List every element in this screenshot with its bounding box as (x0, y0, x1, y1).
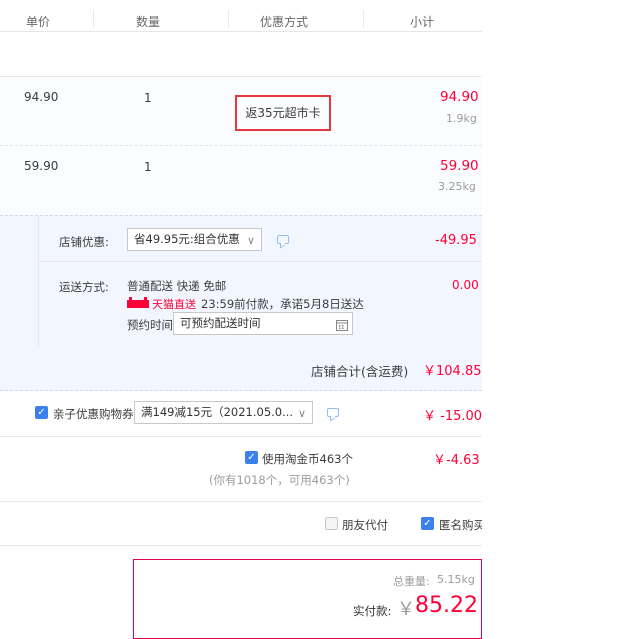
reserve-time-input[interactable]: 可预约配送时间 (173, 312, 353, 335)
col-subtotal-header: 小计 (410, 15, 435, 29)
header-divider (93, 10, 94, 28)
reserve-time-placeholder: 可预约配送时间 (180, 316, 261, 330)
shop-discount-select[interactable]: 省49.95元:组合优惠 ∨ (127, 228, 262, 251)
shop-total-amount: ￥104.85 (423, 364, 482, 379)
item-weight: 1.9kg (446, 112, 477, 125)
item-quantity: 1 (144, 91, 152, 105)
total-weight-label: 总重量: (393, 575, 430, 588)
header-divider (228, 10, 229, 28)
pay-amount: 85.22 (415, 593, 478, 618)
currency-symbol: ￥ (397, 599, 415, 620)
divider (0, 436, 482, 437)
item-quantity: 1 (144, 160, 152, 174)
order-item-row (0, 146, 482, 215)
friend-pay-label: 朋友代付 (342, 518, 388, 532)
shipping-method: 普通配送 快递 免邮 (127, 279, 227, 293)
divider (0, 545, 482, 546)
divider (0, 501, 482, 502)
shop-total-label: 店铺合计(含运费) (311, 364, 409, 379)
shipping-label: 运送方式: (59, 280, 109, 294)
item-subtotal: 94.90 (440, 89, 479, 105)
total-weight-value: 5.15kg (437, 573, 475, 586)
message-bubble-icon[interactable] (327, 408, 339, 417)
item-price: 94.90 (24, 90, 59, 104)
item-price: 59.90 (24, 159, 59, 173)
coins-checkbox[interactable]: ✓ (245, 451, 258, 464)
message-bubble-icon[interactable] (277, 235, 289, 244)
coupon-checkbox[interactable]: ✓ (35, 406, 48, 419)
col-qty-header: 数量 (136, 15, 161, 29)
shop-discount-amount: -49.95 (435, 233, 477, 248)
tmall-direct-label: 天猫直送 (152, 298, 196, 311)
shop-discount-select-value: 省49.95元:组合优惠 (134, 232, 240, 246)
item-weight: 3.25kg (438, 180, 476, 193)
coupon-select-value: 满149减15元（2021.05.0... (141, 405, 294, 419)
coupon-select[interactable]: 满149减15元（2021.05.0... ∨ (134, 401, 313, 424)
shipping-amount: 0.00 (452, 278, 479, 292)
chevron-down-icon: ∨ (297, 407, 306, 420)
promo-badge: 返35元超市卡 (235, 95, 331, 131)
col-promo-header: 优惠方式 (260, 15, 309, 29)
coins-label: 使用淘金币463个 (262, 452, 353, 466)
coupon-amount: ￥ -15.00 (423, 409, 483, 424)
anonymous-label: 匿名购买 (439, 518, 482, 532)
friend-pay-checkbox[interactable] (325, 517, 338, 530)
calendar-icon (336, 317, 348, 331)
col-price-header: 单价 (26, 15, 51, 29)
coins-note: (你有1018个，可用463个) (209, 473, 350, 487)
reserve-time-label: 预约时间 (127, 318, 173, 332)
item-subtotal: 59.90 (440, 158, 479, 174)
pay-amount-label: 实付款: (353, 604, 392, 618)
coins-amount: ￥-4.63 (433, 453, 480, 468)
shop-discount-label: 店铺优惠: (59, 235, 109, 249)
delivery-promise: 23:59前付款，承诺5月8日送达 (201, 297, 364, 311)
anonymous-checkbox[interactable]: ✓ (421, 517, 434, 530)
tmall-logo-icon (127, 297, 149, 308)
header-divider (363, 10, 364, 28)
chevron-down-icon: ∨ (246, 234, 255, 247)
table-header: 单价 数量 优惠方式 小计 (0, 0, 482, 32)
coupon-label: 亲子优惠购物券 (53, 407, 134, 421)
